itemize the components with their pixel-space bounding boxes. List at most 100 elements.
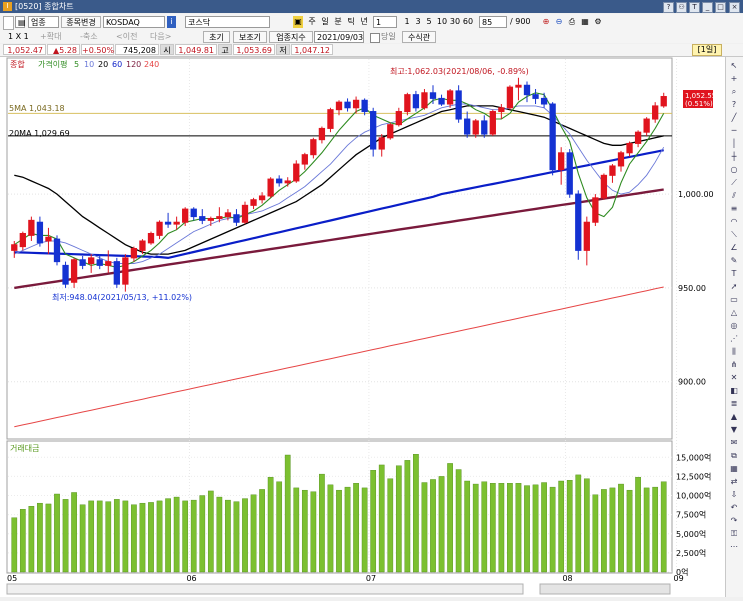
candle-body	[53, 238, 61, 263]
channel-tool-icon[interactable]: ⫽	[728, 191, 740, 201]
export-tool-icon[interactable]: ⇩	[728, 490, 740, 500]
layout-label[interactable]: 1 X 1	[8, 31, 34, 43]
zoom-out-icon[interactable]: ⊖	[554, 16, 564, 28]
minimize-icon[interactable]: _	[702, 2, 713, 13]
zoom-in-button[interactable]: +확대	[40, 31, 68, 43]
interval-1[interactable]: 1	[402, 16, 412, 28]
tick-select[interactable]: 1	[373, 16, 397, 28]
copy-tool-icon[interactable]: ⧉	[728, 451, 740, 461]
period-minute[interactable]: 분	[333, 16, 343, 28]
note-tool-icon[interactable]: ✉	[728, 438, 740, 448]
volume-bar	[353, 483, 359, 573]
fan-tool-icon[interactable]: ⟋	[728, 178, 740, 188]
vline-tool-icon[interactable]: │	[728, 139, 740, 149]
cross-tool-icon[interactable]: ┼	[728, 152, 740, 162]
index-button[interactable]: 업종지수	[269, 31, 313, 43]
compare-tool-icon[interactable]: ⇄	[728, 477, 740, 487]
mark-tool-icon[interactable]: ▲	[728, 412, 740, 422]
pin-icon[interactable]: T	[689, 2, 700, 13]
legend-main: 종합	[10, 60, 25, 69]
scroll-thumb[interactable]	[539, 583, 671, 595]
period-week[interactable]: 주	[307, 16, 317, 28]
volume-bar	[464, 480, 471, 573]
pen-tool-icon[interactable]: ✎	[728, 256, 740, 266]
candle-body	[609, 165, 616, 176]
maximize-icon[interactable]: □	[715, 2, 726, 13]
interval-5[interactable]: 5	[424, 16, 434, 28]
speed-tool-icon[interactable]: ⋰	[728, 334, 740, 344]
candle-body	[352, 99, 360, 109]
line-tool-icon[interactable]: ╱	[728, 113, 740, 123]
cursor-icon[interactable]: ↖	[728, 61, 740, 71]
redo-tool-icon[interactable]: ↷	[728, 516, 740, 526]
market-select[interactable]: 업종	[28, 16, 59, 28]
today-checkbox[interactable]	[370, 33, 380, 43]
change-symbol-button[interactable]: 종목변경	[61, 16, 101, 28]
candle-body	[370, 111, 377, 150]
volume-bar	[45, 503, 52, 573]
crosshair-icon[interactable]: +	[728, 74, 740, 84]
today-label: 당일	[381, 32, 396, 41]
volume-bar	[71, 492, 77, 573]
info-icon[interactable]: i	[167, 16, 176, 28]
volume-bar	[182, 500, 189, 573]
magnifier-icon[interactable]: ⌕	[728, 87, 740, 97]
settings-icon[interactable]: ⚙	[593, 16, 603, 28]
width-tool-icon[interactable]: ≣	[728, 399, 740, 409]
save-icon[interactable]: ▦	[580, 16, 590, 28]
text-tool-icon[interactable]: T	[728, 269, 740, 279]
prev-button[interactable]: <이전	[116, 31, 144, 43]
circle-tool-icon[interactable]: ○	[728, 165, 740, 175]
andrews-tool-icon[interactable]: ⋔	[728, 360, 740, 370]
mark-down-tool-icon[interactable]: ▼	[728, 425, 740, 435]
main-toolbar: ▤ 업종 종목변경 KOSDAQ i 코스닥 ▣ 주 일 분 틱 년 1 1 3…	[0, 14, 743, 32]
interval-60[interactable]: 60	[462, 16, 474, 28]
triangle-tool-icon[interactable]: △	[728, 308, 740, 318]
price-chart: 종합 가격이평 5 10 20 60 120 240 거래대금 최고:1,062…	[0, 57, 725, 597]
candle-body	[79, 259, 86, 266]
rect-tool-icon[interactable]: ▭	[728, 295, 740, 305]
period-tick[interactable]: 틱	[346, 16, 356, 28]
lock-tool-icon[interactable]: ⚿	[728, 529, 740, 539]
question-icon[interactable]: ?	[728, 100, 740, 110]
hline-tool-icon[interactable]: ─	[728, 126, 740, 136]
zoom-out-button[interactable]: -축소	[80, 31, 108, 43]
lock-icon[interactable]: ▣	[293, 16, 303, 28]
chart-type-icon[interactable]	[3, 16, 14, 30]
volume-bar	[583, 478, 590, 573]
grid-tool-icon[interactable]: ▦	[728, 464, 740, 474]
fib-tool-icon[interactable]: ≡	[728, 204, 740, 214]
interval-3[interactable]: 3	[413, 16, 423, 28]
link-icon[interactable]: ⚇	[676, 2, 687, 13]
menu-icon[interactable]: ▤	[15, 16, 26, 28]
zoom-in-icon[interactable]: ⊕	[541, 16, 551, 28]
close-icon[interactable]: ×	[729, 2, 740, 13]
regression-tool-icon[interactable]: ⫼	[728, 347, 740, 357]
period-day[interactable]: 일	[320, 16, 330, 28]
clear-tool-icon[interactable]: ✕	[728, 373, 740, 383]
more-tool-icon[interactable]: ⋯	[728, 542, 740, 552]
count-input[interactable]: 85	[479, 16, 507, 28]
candle-up	[387, 122, 394, 140]
interval-30[interactable]: 30	[449, 16, 461, 28]
period-year[interactable]: 년	[359, 16, 369, 28]
color-tool-icon[interactable]: ◧	[728, 386, 740, 396]
undo-tool-icon[interactable]: ↶	[728, 503, 740, 513]
formula-button[interactable]: 수식관리	[402, 31, 436, 54]
next-button[interactable]: 다음>	[150, 31, 178, 43]
arc-tool-icon[interactable]: ◠	[728, 217, 740, 227]
arrow-tool-icon[interactable]: ➚	[728, 282, 740, 292]
symbol-input[interactable]: KOSDAQ	[103, 16, 165, 28]
cycle-tool-icon[interactable]: ◎	[728, 321, 740, 331]
date-picker[interactable]: 2021/09/03	[314, 31, 364, 43]
volume-bar	[635, 476, 641, 573]
help-icon[interactable]: ?	[663, 2, 674, 13]
print-icon[interactable]: ⎙	[567, 16, 577, 28]
interval-10[interactable]: 10	[436, 16, 448, 28]
gann-tool-icon[interactable]: ⟍	[728, 230, 740, 240]
angle-tool-icon[interactable]: ∠	[728, 243, 740, 253]
legend-ma20: 20	[98, 60, 108, 69]
scrollbar[interactable]	[6, 583, 524, 595]
aux-button[interactable]: 보조기능	[233, 31, 267, 54]
reset-button[interactable]: 초기화	[203, 31, 230, 54]
